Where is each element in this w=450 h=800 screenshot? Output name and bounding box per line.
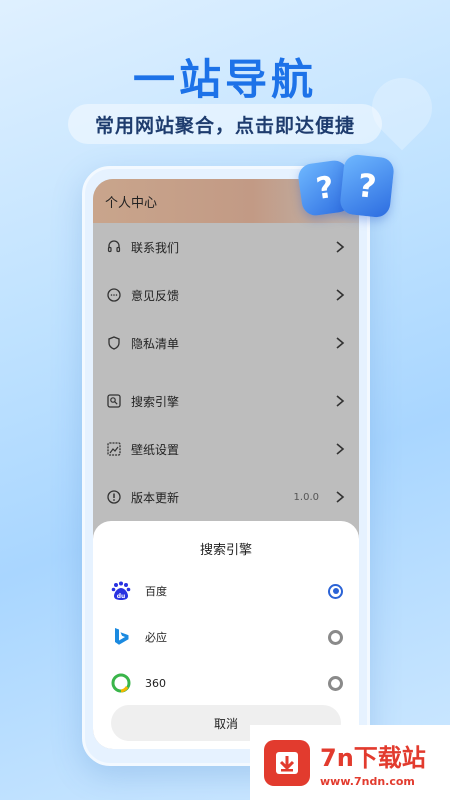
chevron-right-icon [333,288,347,302]
menu-item-privacy[interactable]: 隐私清单 [93,319,359,367]
chevron-right-icon [333,336,347,350]
menu-item-wallpaper[interactable]: 壁纸设置 [93,425,359,473]
menu-item-label: 意见反馈 [131,288,180,303]
info-icon [105,488,123,506]
menu-item-label: 隐私清单 [131,336,180,351]
hero-title: 一站导航 [132,55,317,104]
option-label: 必应 [145,631,167,644]
radio-selected[interactable] [328,583,343,599]
watermark-title: 7n下载站 [320,743,426,772]
chat-bubble-icon [105,286,123,304]
menu-item-label: 版本更新 [131,490,180,505]
watermark-badge: 7n下载站 www.7ndn.com [250,725,450,800]
option-label: 百度 [145,585,167,598]
bing-logo-icon [109,625,133,649]
wallpaper-icon [105,440,123,458]
shield-icon [105,334,123,352]
radio-unselected[interactable] [328,629,343,645]
menu-item-feedback[interactable]: 意见反馈 [93,271,359,319]
chevron-right-icon [333,490,347,504]
menu-item-label: 壁纸设置 [131,442,180,457]
360-logo-icon [109,671,133,695]
svg-text:du: du [117,593,126,600]
hero-subtitle: 常用网站聚合，点击即达便捷 [68,104,382,144]
menu-item-version[interactable]: 版本更新 1.0.0 [93,473,359,521]
headset-icon [105,238,123,256]
menu-item-label: 联系我们 [131,240,180,255]
chevron-right-icon [333,442,347,456]
search-engine-icon [105,392,123,410]
option-label: 360 [145,676,166,690]
menu-item-search-engine[interactable]: 搜索引擎 [93,377,359,425]
chevron-right-icon [333,240,347,254]
question-bubble-icon: ? [339,153,395,219]
chevron-right-icon [333,394,347,408]
menu-item-label: 搜索引擎 [131,394,180,409]
watermark-url: www.7ndn.com [320,774,415,788]
page-title: 个人中心 [105,195,158,211]
menu-item-contact[interactable]: 联系我们 [93,223,359,271]
option-baidu[interactable]: du 百度 [93,568,359,614]
sheet-title: 搜索引擎 [199,543,252,558]
version-number: 1.0.0 [293,491,319,503]
option-360[interactable]: 360 [93,660,359,706]
phone-mockup: 个人中心 联系我们 意见反馈 隐私清单 搜索引擎 壁纸设置 版本更新 1.0.0… [82,166,370,766]
option-bing[interactable]: 必应 [93,614,359,660]
baidu-logo-icon: du [109,579,133,603]
radio-unselected[interactable] [328,675,343,691]
search-engine-sheet: 搜索引擎 du 百度 必应 360 取消 [93,521,359,749]
download-icon [264,739,310,786]
